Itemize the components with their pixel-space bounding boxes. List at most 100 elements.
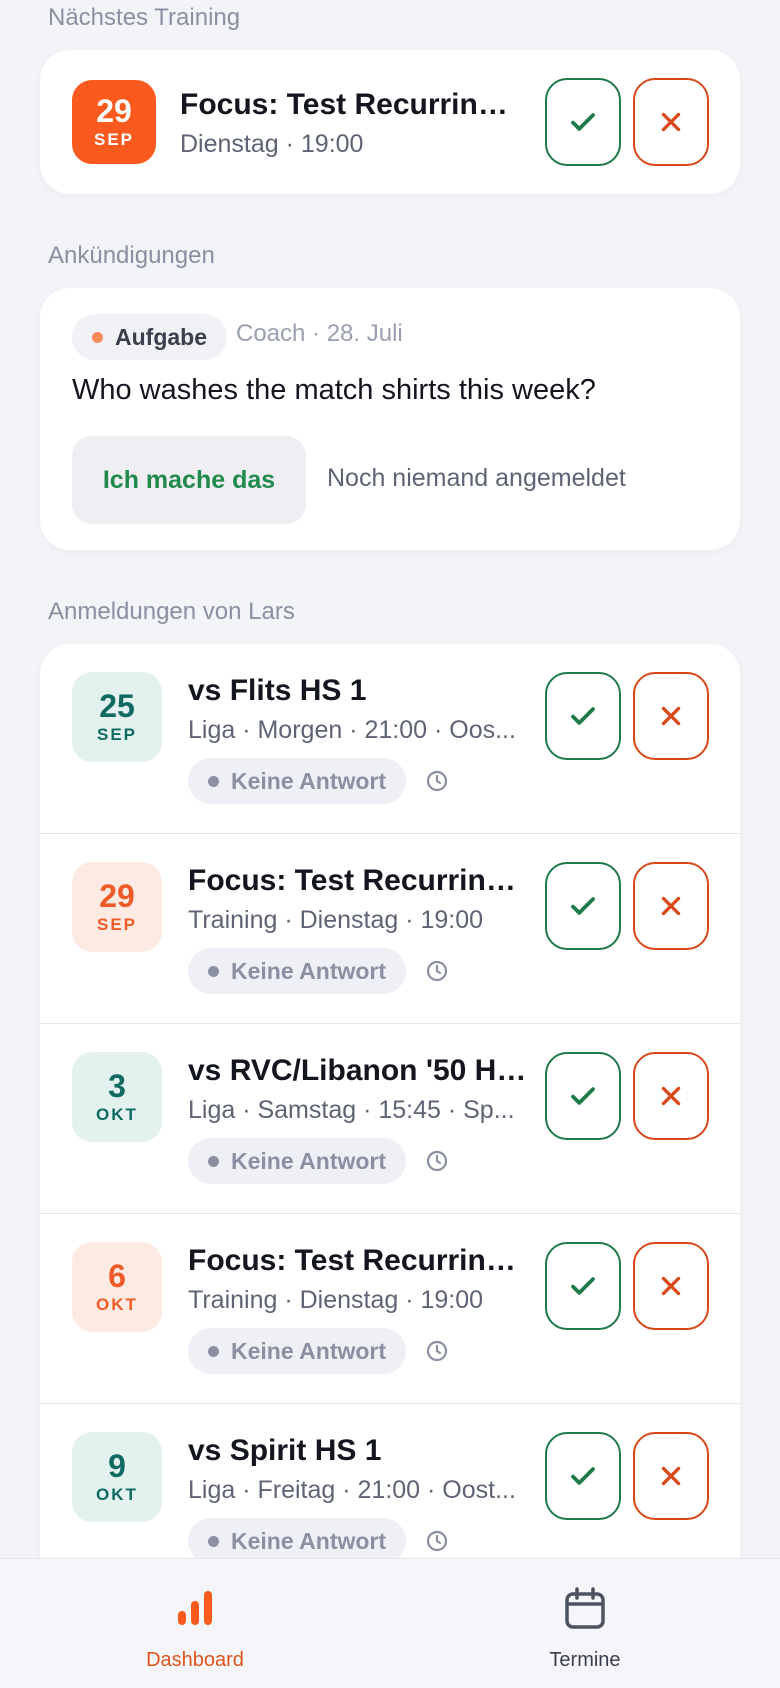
event-title: Focus: Test Recurring ... [188,864,528,897]
clock-icon [426,1150,448,1172]
event-row[interactable]: 25 SEP vs Flits HS 1 Liga · Morgen · 21:00 … [40,644,740,834]
status-label: Keine Antwort [231,1527,387,1554]
bottom-navigation: Dashboard Termine [0,1558,780,1688]
status-label: Keine Antwort [231,1337,387,1364]
decline-button[interactable] [633,862,709,950]
tag-label: Aufgabe [115,323,207,350]
section-title-next-training: Nächstes Training [48,4,241,31]
date-day: 29 [99,878,135,914]
status-label: Keine Antwort [231,1147,387,1174]
event-subtitle: Liga · Morgen · 21:00 · Oos... [188,716,516,744]
accept-button[interactable] [545,862,621,950]
status-dot [208,775,219,787]
date-badge: 6 OKT [72,1242,162,1332]
decline-button[interactable] [633,1242,709,1330]
date-badge: 25 SEP [72,672,162,762]
check-icon [571,113,595,131]
status-dot [208,965,219,977]
signup-status-text: Noch niemand angemeldet [327,464,626,492]
tag-dot [92,331,103,343]
status-dot [208,1535,219,1547]
response-status-badge: Keine Antwort [188,1138,407,1184]
event-subtitle: Liga · Freitag · 21:00 · Oost... [188,1476,516,1504]
event-title: Focus: Test Recurring ... [188,1244,528,1277]
event-row[interactable]: 29 SEP Focus: Test Recurring ... Training ·… [40,834,740,1024]
close-icon [661,1086,681,1106]
date-badge: 29 SEP [72,862,162,952]
check-icon [571,707,595,725]
section-title-registrations: Anmeldungen von Lars [48,598,295,625]
date-month: OKT [96,1485,138,1504]
decline-button[interactable] [633,78,709,166]
date-month: OKT [96,1295,138,1314]
close-icon [661,706,681,726]
response-status-badge: Keine Antwort [188,1328,407,1374]
nav-label-dashboard: Dashboard [146,1649,244,1671]
announcement-meta: Coach · 28. Juli [236,320,403,347]
event-title: vs Spirit HS 1 [188,1434,382,1467]
response-status-badge: Keine Antwort [188,948,407,994]
accept-button[interactable] [545,1242,621,1330]
date-day: 9 [108,1448,126,1484]
event-subtitle: Liga · Samstag · 15:45 · Sp... [188,1096,515,1124]
close-icon [661,112,681,132]
event-subtitle: Training · Dienstag · 19:00 [188,906,484,934]
nav-item-dashboard[interactable]: Dashboard [0,1559,390,1688]
event-subtitle: Dienstag · 19:00 [180,130,364,158]
event-title: vs RVC/Libanon '50 HS 1 [188,1054,528,1087]
date-month: OKT [96,1105,138,1124]
close-icon [661,896,681,916]
announcement-card: Aufgabe Coach · 28. Juli Who washes the … [40,288,740,550]
decline-button[interactable] [633,1432,709,1520]
next-training-card[interactable]: 29 SEP Focus: Test Recurring ... Diensta… [40,50,740,194]
clock-icon [426,1340,448,1362]
accept-button[interactable] [545,672,621,760]
check-icon [571,1087,595,1105]
section-title-announcements: Ankündigungen [48,242,215,269]
clock-icon [426,1530,448,1552]
calendar-icon [565,1587,605,1629]
date-day: 6 [108,1258,126,1294]
claim-task-button[interactable]: Ich mache das [72,436,306,524]
date-month: SEP [96,725,138,744]
status-dot [208,1345,219,1357]
decline-button[interactable] [633,672,709,760]
close-icon [661,1276,681,1296]
status-label: Keine Antwort [231,957,387,984]
event-title: Focus: Test Recurring ... [180,88,510,121]
date-month: SEP [96,915,138,934]
registrations-card: 25 SEP vs Flits HS 1 Liga · Morgen · 21:00 … [40,644,740,1558]
bar-chart-icon [178,1591,212,1625]
response-status-badge: Keine Antwort [188,1518,407,1558]
status-label: Keine Antwort [231,767,387,794]
nav-label-termine: Termine [549,1649,621,1671]
accept-button[interactable] [545,78,621,166]
accept-button[interactable] [545,1052,621,1140]
event-row[interactable]: 6 OKT Focus: Test Recurring ... Training · … [40,1214,740,1404]
nav-item-termine[interactable]: Termine [390,1559,780,1688]
status-dot [208,1155,219,1167]
date-day: 3 [108,1068,126,1104]
task-tag: Aufgabe [72,314,227,360]
decline-button[interactable] [633,1052,709,1140]
date-month: SEP [93,130,135,149]
event-title: vs Flits HS 1 [188,674,367,707]
event-subtitle: Training · Dienstag · 19:00 [188,1286,484,1314]
announcement-question: Who washes the match shirts this week? [72,374,596,406]
accept-button[interactable] [545,1432,621,1520]
close-icon [661,1466,681,1486]
response-status-badge: Keine Antwort [188,758,407,804]
date-day: 25 [99,688,135,724]
check-icon [571,1277,595,1295]
date-badge: 29 SEP [72,80,156,164]
date-badge: 3 OKT [72,1052,162,1142]
dashboard-scroll-area[interactable]: Nächstes Training 29 SEP Focus: Test Rec… [0,0,780,1558]
date-badge: 9 OKT [72,1432,162,1522]
clock-icon [426,770,448,792]
clock-icon [426,960,448,982]
event-row[interactable]: 3 OKT vs RVC/Libanon '50 HS 1 Liga · Samsta… [40,1024,740,1214]
check-icon [571,897,595,915]
date-day: 29 [96,93,132,129]
check-icon [571,1467,595,1485]
event-row[interactable]: 9 OKT vs Spirit HS 1 Liga · Freitag · 21:00… [40,1404,740,1558]
